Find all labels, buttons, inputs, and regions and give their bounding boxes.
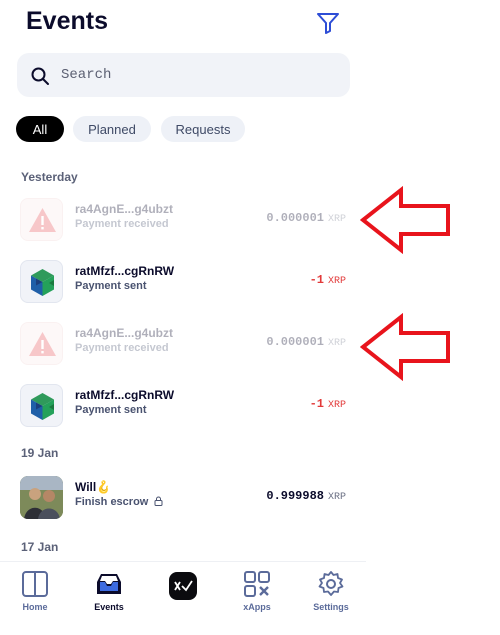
amount-value: -1 (309, 397, 324, 411)
event-type: Payment received (75, 218, 169, 230)
page-title: Events (26, 7, 108, 35)
amount-currency: XRP (327, 492, 346, 503)
nav-xapps[interactable]: xApps (227, 568, 287, 612)
tab-planned[interactable]: Planned (73, 116, 151, 142)
nav-settings[interactable]: Settings (301, 568, 361, 612)
event-amount: -1 XRP (310, 397, 346, 411)
section-header-19-jan: 19 Jan (21, 446, 59, 460)
amount-currency: XRP (327, 400, 346, 411)
nav-label: Settings (313, 602, 349, 612)
event-row[interactable]: Will🪝 Finish escrow 0.999988 XRP (20, 476, 350, 520)
cube-icon (20, 384, 63, 427)
amount-currency: XRP (327, 276, 346, 287)
event-amount: -1 XRP (310, 273, 346, 287)
lock-icon (154, 496, 163, 509)
contact-emoji: 🪝 (96, 480, 112, 494)
warning-icon (20, 322, 63, 365)
filter-icon[interactable] (316, 12, 340, 34)
event-amount: 0.000001 XRP (266, 335, 346, 349)
gear-icon (317, 570, 345, 603)
event-row[interactable]: ra4AgnE...g4ubzt Payment received 0.0000… (20, 198, 350, 242)
search-icon (30, 66, 50, 86)
amount-value: -1 (309, 273, 324, 287)
nav-xumm[interactable] (153, 568, 213, 612)
nav-events[interactable]: Events (79, 568, 139, 612)
event-amount: 0.999988 XRP (266, 489, 346, 503)
events-screen: Events All Planned Requests Yesterday (0, 0, 366, 635)
event-type: Payment sent (75, 404, 147, 416)
event-type: Payment sent (75, 280, 147, 292)
event-type-label: Finish escrow (75, 496, 149, 508)
amount-value: 0.999988 (266, 489, 324, 503)
header: Events (0, 0, 366, 46)
event-account: ra4AgnE...g4ubzt (75, 326, 174, 340)
event-account: ratMfzf...cgRnRW (75, 264, 175, 278)
event-row[interactable]: ratMfzf...cgRnRW Payment sent -1 XRP (20, 384, 350, 428)
user-avatar (20, 476, 63, 519)
cube-icon (20, 260, 63, 303)
nav-home[interactable]: Home (5, 568, 65, 612)
annotation-arrow (360, 313, 450, 381)
event-row[interactable]: ra4AgnE...g4ubzt Payment received 0.0000… (20, 322, 350, 366)
amount-currency: XRP (327, 214, 346, 225)
bottom-nav: Home Events xApps Settings (0, 561, 366, 635)
event-account: ra4AgnE...g4ubzt (75, 202, 174, 216)
nav-label: xApps (243, 602, 271, 612)
inbox-icon (94, 570, 124, 603)
event-amount: 0.000001 XRP (266, 211, 346, 225)
contact-name: Will (75, 480, 97, 494)
event-account: ratMfzf...cgRnRW (75, 388, 175, 402)
tab-requests[interactable]: Requests (161, 116, 245, 142)
amount-currency: XRP (327, 338, 346, 349)
home-icon (21, 570, 49, 603)
event-type: Finish escrow (75, 496, 163, 509)
search-bar[interactable] (17, 53, 350, 97)
amount-value: 0.000001 (266, 335, 324, 349)
search-input[interactable] (61, 64, 331, 86)
xumm-logo-icon (169, 572, 197, 605)
section-header-17-jan: 17 Jan (21, 540, 59, 554)
nav-label: Events (94, 602, 124, 612)
xapps-icon (243, 570, 271, 603)
nav-label: Home (22, 602, 48, 612)
event-row[interactable]: ratMfzf...cgRnRW Payment sent -1 XRP (20, 260, 350, 304)
event-account: Will🪝 (75, 480, 111, 494)
annotation-arrow (360, 186, 450, 254)
section-header-yesterday: Yesterday (21, 170, 78, 184)
amount-value: 0.000001 (266, 211, 324, 225)
warning-icon (20, 198, 63, 241)
event-type: Payment received (75, 342, 169, 354)
tab-all[interactable]: All (16, 116, 64, 142)
